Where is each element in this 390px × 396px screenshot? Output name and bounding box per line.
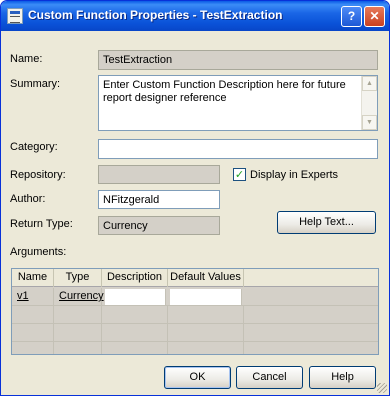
argument-default-value-cell[interactable] — [170, 289, 242, 305]
arguments-grid-header: Name Type Description Default Values — [12, 269, 378, 287]
title-bar[interactable]: Custom Function Properties - TestExtract… — [1, 1, 389, 31]
arguments-grid[interactable]: Name Type Description Default Values v1 … — [11, 268, 379, 355]
window-title: Custom Function Properties - TestExtract… — [28, 8, 283, 22]
author-label: Author: — [10, 193, 46, 205]
scroll-down-arrow-icon[interactable]: ▼ — [362, 115, 377, 130]
column-header-default-values[interactable]: Default Values — [168, 269, 244, 287]
display-in-experts-checkbox[interactable]: ✓ — [233, 168, 246, 181]
ok-button[interactable]: OK — [164, 366, 231, 389]
summary-text: Enter Custom Function Description here f… — [103, 79, 346, 104]
return-type-field: Currency — [98, 216, 220, 235]
close-button[interactable]: ✕ — [364, 6, 385, 27]
display-in-experts-label: Display in Experts — [250, 169, 339, 181]
summary-textarea[interactable]: Enter Custom Function Description here f… — [98, 75, 378, 131]
column-header-description[interactable]: Description — [102, 269, 168, 287]
argument-name-cell[interactable]: v1 — [12, 288, 53, 305]
table-row — [12, 324, 378, 342]
category-label: Category: — [10, 141, 58, 153]
summary-scrollbar[interactable]: ▲ ▼ — [361, 76, 377, 130]
custom-function-properties-dialog: Custom Function Properties - TestExtract… — [0, 0, 390, 396]
table-row — [12, 342, 378, 354]
table-row — [12, 306, 378, 324]
name-field: TestExtraction — [98, 50, 378, 70]
cancel-button[interactable]: Cancel — [236, 366, 303, 389]
dialog-app-icon — [7, 8, 23, 24]
arguments-label: Arguments: — [10, 246, 67, 258]
column-header-type[interactable]: Type — [54, 269, 102, 287]
resize-grip-icon[interactable] — [377, 383, 387, 393]
repository-label: Repository: — [10, 169, 66, 181]
summary-label: Summary: — [10, 78, 61, 90]
argument-type-cell[interactable]: Currency — [54, 288, 104, 305]
help-text-button[interactable]: Help Text... — [277, 211, 376, 234]
scroll-up-arrow-icon[interactable]: ▲ — [362, 76, 377, 91]
name-label: Name: — [10, 53, 43, 65]
table-row[interactable]: v1 Currency — [12, 288, 378, 306]
column-header-name[interactable]: Name — [12, 269, 54, 287]
return-type-label: Return Type: — [10, 218, 73, 230]
help-button[interactable]: Help — [309, 366, 376, 389]
category-field[interactable] — [98, 139, 378, 159]
repository-field — [98, 165, 220, 184]
argument-description-cell[interactable] — [105, 289, 166, 305]
author-field[interactable]: NFitzgerald — [98, 190, 220, 209]
title-help-button[interactable]: ? — [341, 6, 362, 27]
